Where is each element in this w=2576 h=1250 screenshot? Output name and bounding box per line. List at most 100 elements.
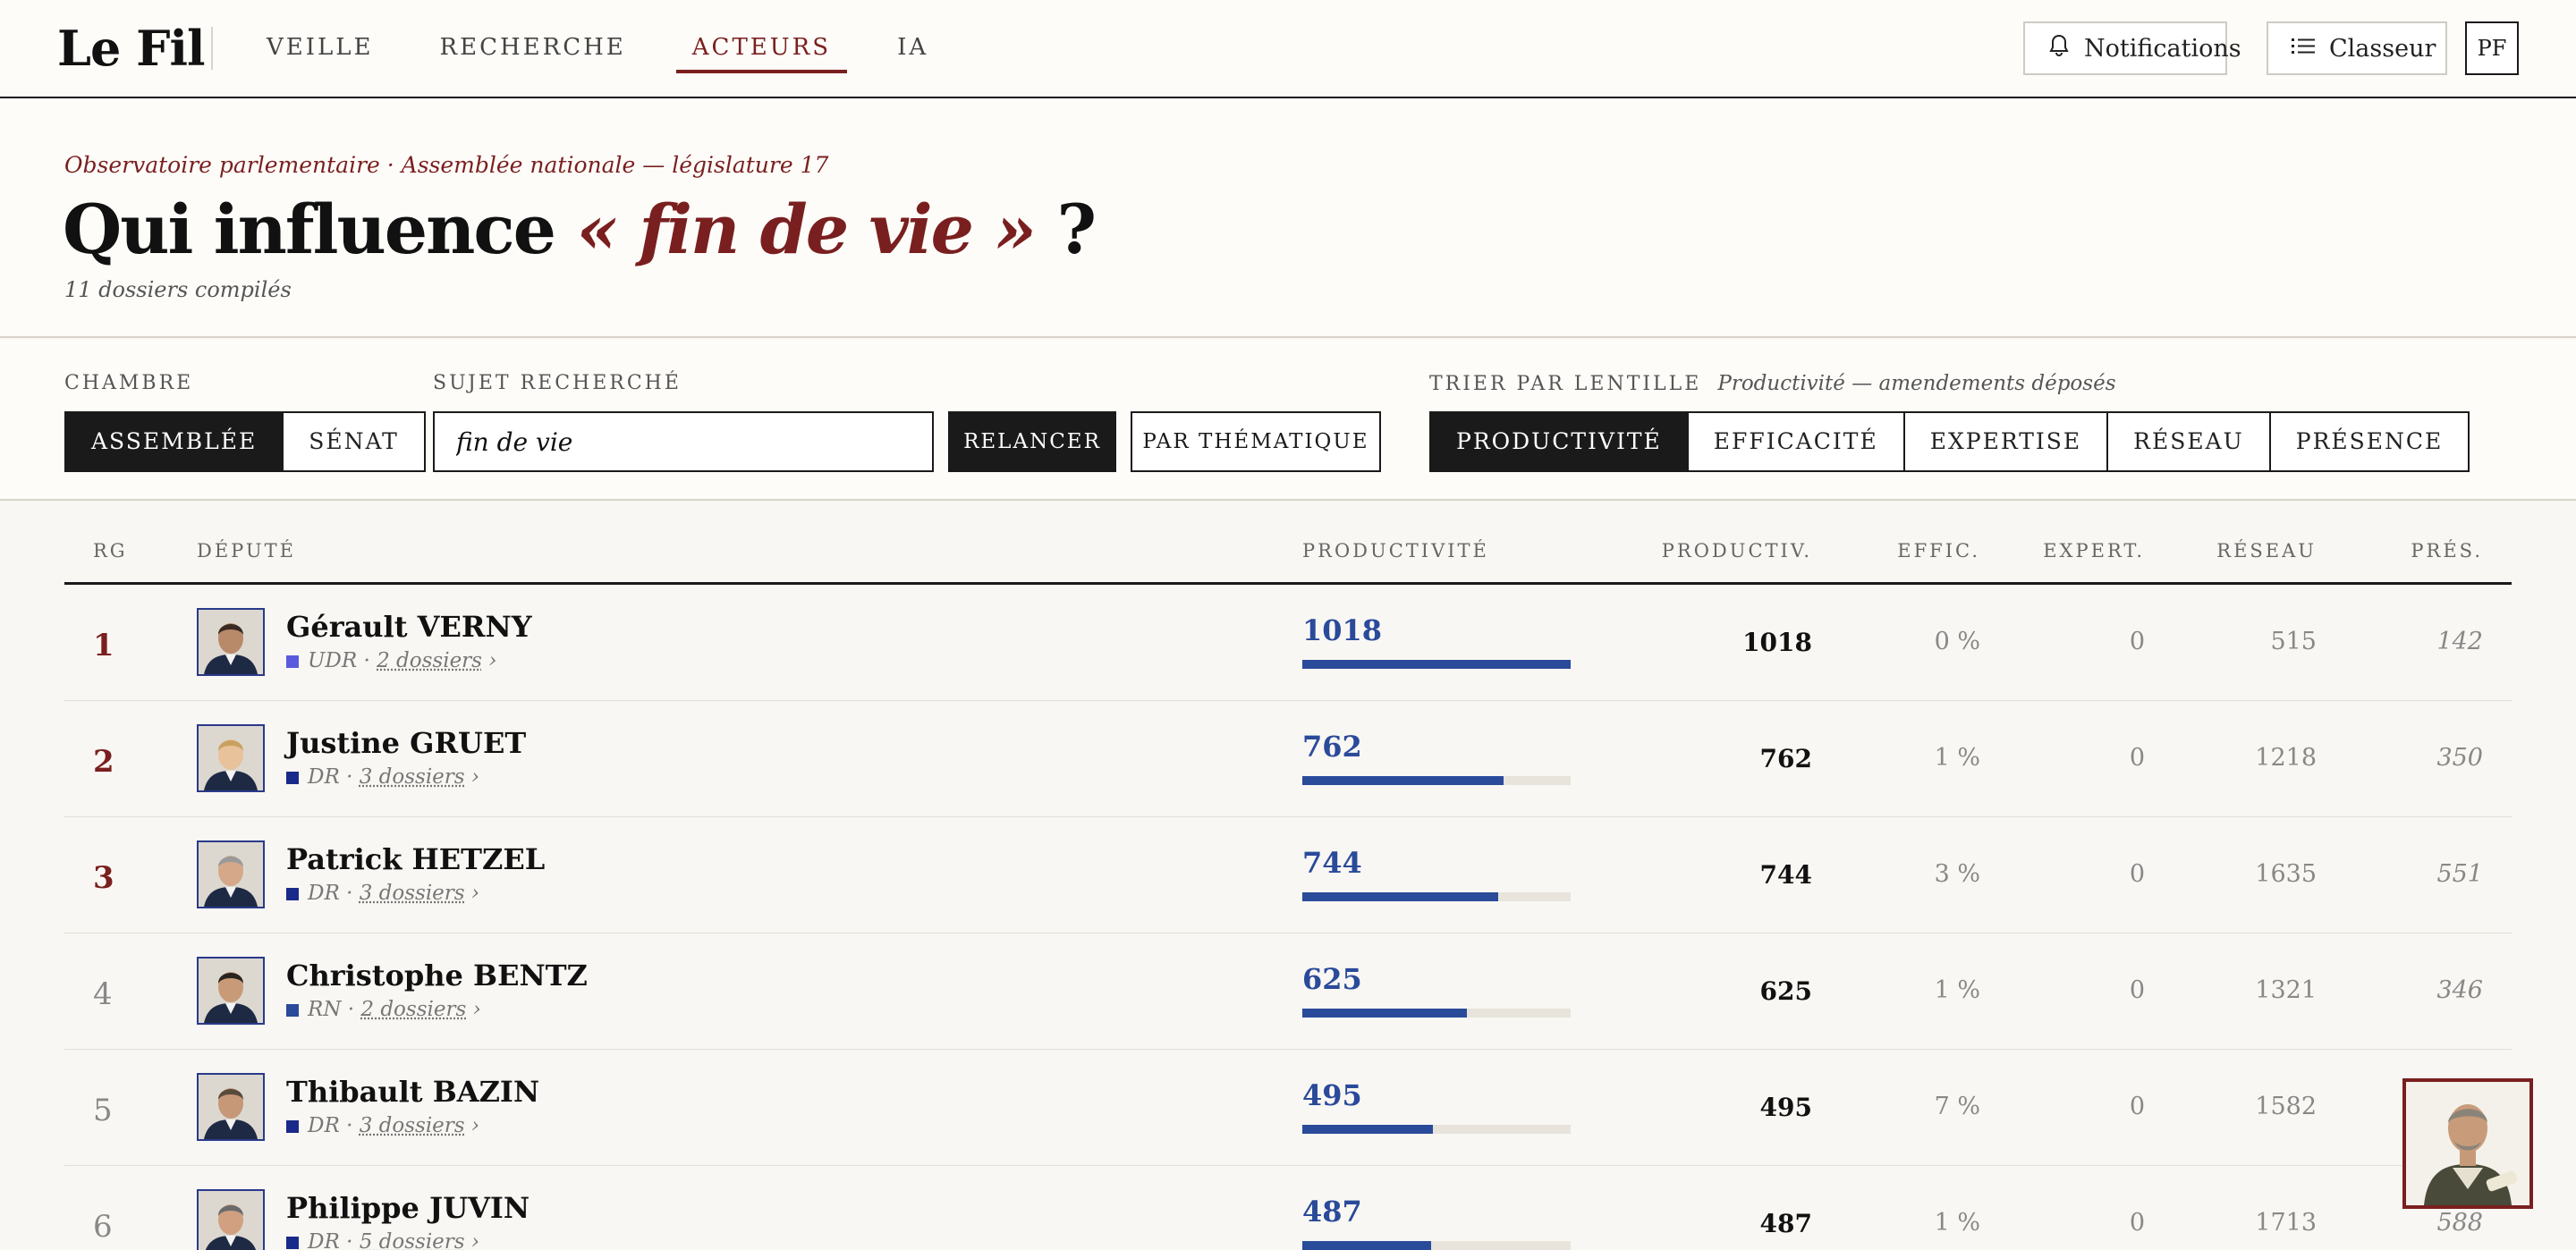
table-row[interactable]: 1 Gérault VERNY UDR · 2 dossiers › 1018 1018…	[64, 585, 2512, 701]
dossiers-link[interactable]: 3 dossiers	[360, 765, 465, 789]
lens-bar-track	[1302, 1009, 1571, 1018]
cell-effic: 1 %	[1934, 744, 1980, 772]
lens-bar-fill	[1302, 660, 1571, 669]
meta-separator: ·	[339, 1230, 360, 1250]
dossiers-link[interactable]: 5 dossiers	[360, 1230, 465, 1250]
chevron-right-icon: ›	[481, 649, 497, 672]
tri-label: TRIER PAR LENTILLE Productivité — amendem…	[1429, 372, 2116, 395]
col-lens[interactable]: PRODUCTIVITÉ	[1302, 540, 1489, 562]
cell-reseau: 1218	[2255, 744, 2317, 772]
person-avatar-icon	[199, 610, 263, 674]
depute-name[interactable]: Christophe BENTZ	[286, 959, 588, 992]
page-title: Qui influence « fin de vie » ?	[63, 190, 1097, 269]
cell-productiv: 625	[1759, 976, 1812, 1006]
dossiers-link[interactable]: 2 dossiers	[377, 649, 482, 672]
chambre-senat[interactable]: SÉNAT	[284, 413, 424, 470]
lens-value: 1018	[1302, 613, 1383, 647]
meta-separator: ·	[339, 765, 360, 789]
col-depute[interactable]: DÉPUTÉ	[197, 540, 296, 562]
table-row[interactable]: 5 Thibault BAZIN DR · 3 dossiers › 495 495 7 …	[64, 1050, 2512, 1166]
depute-name[interactable]: Thibault BAZIN	[286, 1075, 539, 1109]
col-rank[interactable]: RG	[93, 540, 128, 562]
sujet-input[interactable]	[433, 411, 934, 472]
party-label: RN	[308, 998, 342, 1021]
lens-value: 625	[1302, 962, 1362, 996]
table-row[interactable]: 2 Justine GRUET DR · 3 dossiers › 762 762 1 %…	[64, 701, 2512, 817]
nav-veille[interactable]: VEILLE	[250, 0, 390, 98]
person-avatar-icon	[199, 1075, 263, 1139]
lens-bar-track	[1302, 1241, 1571, 1250]
title-prefix: Qui influence	[63, 190, 577, 269]
par-thematique-button[interactable]: PAR THÉMATIQUE	[1131, 411, 1381, 472]
depute-photo[interactable]	[197, 724, 265, 792]
cell-productiv: 744	[1759, 860, 1812, 890]
col-pres[interactable]: PRÉS.	[2411, 540, 2483, 562]
nav-ia[interactable]: IA	[881, 0, 945, 98]
col-effic[interactable]: EFFIC.	[1897, 540, 1980, 562]
depute-photo[interactable]	[197, 1073, 265, 1141]
chambre-assemblee[interactable]: ASSEMBLÉE	[66, 413, 284, 470]
depute-meta: DR · 3 dossiers ›	[286, 765, 479, 789]
nav-recherche[interactable]: RECHERCHE	[424, 0, 642, 98]
depute-name[interactable]: Justine GRUET	[286, 726, 526, 760]
logo[interactable]: Le Fil	[57, 20, 205, 77]
chevron-right-icon: ›	[464, 765, 480, 789]
lens-bar-fill	[1302, 892, 1499, 901]
depute-meta: UDR · 2 dossiers ›	[286, 649, 497, 672]
assistant-portrait[interactable]	[2402, 1078, 2533, 1209]
title-suffix: ?	[1034, 190, 1097, 269]
table-row[interactable]: 4 Christophe BENTZ RN · 2 dossiers › 625 625…	[64, 933, 2512, 1050]
lens-value: 495	[1302, 1078, 1362, 1112]
lentille-reseau[interactable]: RÉSEAU	[2108, 413, 2271, 470]
depute-name[interactable]: Gérault VERNY	[286, 610, 532, 644]
depute-name[interactable]: Philippe JUVIN	[286, 1191, 530, 1225]
row-rank: 5	[93, 1093, 113, 1128]
col-expert[interactable]: EXPERT.	[2043, 540, 2145, 562]
lentille-productivite[interactable]: PRODUCTIVITÉ	[1431, 413, 1689, 470]
lentille-presence[interactable]: PRÉSENCE	[2271, 413, 2469, 470]
relancer-button[interactable]: RELANCER	[948, 411, 1116, 472]
cell-expert: 0	[2129, 744, 2145, 772]
notifications-button[interactable]: Notifications	[2023, 21, 2241, 75]
dossiers-link[interactable]: 3 dossiers	[360, 882, 465, 905]
deputes-table: RG DÉPUTÉ PRODUCTIVITÉ PRODUCTIV. EFFIC.…	[64, 501, 2512, 1250]
classeur-button[interactable]: Classeur	[2267, 21, 2447, 75]
depute-photo[interactable]	[197, 840, 265, 908]
depute-photo[interactable]	[197, 1189, 265, 1250]
table-row[interactable]: 3 Patrick HETZEL DR · 3 dossiers › 744 744 3 …	[64, 817, 2512, 933]
cell-expert: 0	[2129, 976, 2145, 1004]
lentille-efficacite[interactable]: EFFICACITÉ	[1689, 413, 1905, 470]
depute-photo[interactable]	[197, 957, 265, 1025]
cell-effic: 7 %	[1934, 1093, 1980, 1120]
dossiers-link[interactable]: 2 dossiers	[360, 998, 466, 1021]
cell-effic: 0 %	[1934, 628, 1980, 655]
user-avatar[interactable]: PF	[2465, 21, 2519, 75]
meta-separator: ·	[357, 649, 377, 672]
cell-reseau: 1321	[2255, 976, 2317, 1004]
lens-bar-fill	[1302, 776, 1504, 785]
col-reseau[interactable]: RÉSEAU	[2216, 540, 2317, 562]
chevron-right-icon: ›	[464, 1230, 480, 1250]
depute-name[interactable]: Patrick HETZEL	[286, 842, 545, 876]
party-color-swatch	[286, 772, 299, 784]
depute-meta: DR · 3 dossiers ›	[286, 1114, 479, 1137]
cell-reseau: 1713	[2255, 1209, 2317, 1237]
depute-photo[interactable]	[197, 608, 265, 676]
lens-bar-track	[1302, 776, 1571, 785]
lentille-expertise[interactable]: EXPERTISE	[1905, 413, 2109, 470]
nav-acteurs[interactable]: ACTEURS	[675, 0, 848, 98]
depute-meta: RN · 2 dossiers ›	[286, 998, 481, 1021]
depute-meta: DR · 3 dossiers ›	[286, 882, 479, 905]
cell-effic: 1 %	[1934, 976, 1980, 1004]
dossiers-link[interactable]: 3 dossiers	[360, 1114, 465, 1137]
cell-productiv: 495	[1759, 1093, 1812, 1122]
chevron-right-icon: ›	[464, 882, 480, 905]
table-row[interactable]: 6 Philippe JUVIN DR · 5 dossiers › 487 487 1 …	[64, 1166, 2512, 1250]
col-productiv[interactable]: PRODUCTIV.	[1662, 540, 1812, 562]
party-color-swatch	[286, 1120, 299, 1133]
chevron-right-icon: ›	[466, 998, 481, 1021]
party-color-swatch	[286, 655, 299, 668]
party-label: DR	[308, 882, 340, 905]
lens-bar-fill	[1302, 1009, 1468, 1018]
cell-pres: 142	[2436, 628, 2483, 655]
